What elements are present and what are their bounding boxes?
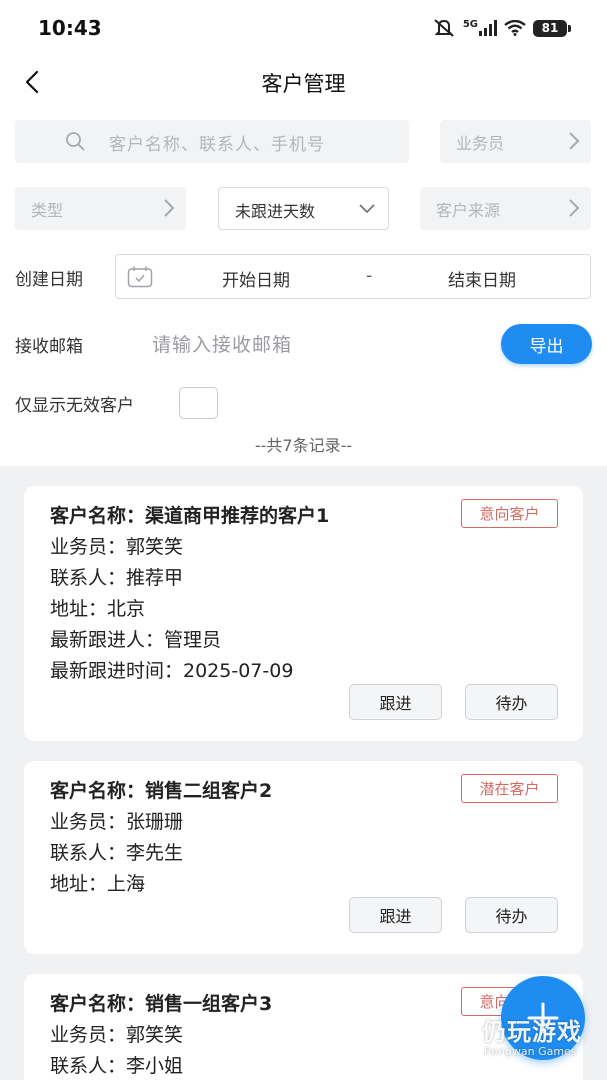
network-label: 5G [462,18,478,30]
customer-address: 地址：上海 [50,873,146,895]
search-input[interactable]: 客户名称、联系人、手机号 [15,120,409,163]
page-title: 客户管理 [261,72,346,96]
source-placeholder: 客户来源 [436,201,501,220]
search-icon [66,132,85,151]
chevron-right-icon [569,199,580,217]
status-badge: 潜在客户 [461,774,558,803]
customer-name: 客户名称：渠道商甲推荐的客户1 [50,505,330,527]
customer-name: 客户名称：销售一组客户3 [50,993,273,1015]
date-separator: - [366,266,373,286]
days-select-value: 未跟进天数 [235,202,316,221]
customer-management-screen: 10:43 5G 81 客户管理 客户名称、联系人、手机号 业务员 类型 未跟进… [0,0,607,1080]
watermark-cn: 仍玩游戏 [482,1018,582,1046]
follow-up-button[interactable]: 跟进 [349,897,442,933]
customer-contact: 联系人：推荐甲 [50,567,184,589]
customer-contact: 联系人：李先生 [50,842,184,864]
start-date[interactable]: 开始日期 [222,266,290,291]
calendar-icon [127,266,153,288]
chevron-down-icon [359,204,375,214]
invalid-only-checkbox[interactable] [179,387,218,419]
invalid-only-label: 仅显示无效客户 [15,396,134,416]
watermark: 仍玩游戏 Rengwan Games [432,1012,607,1074]
todo-button[interactable]: 待办 [465,684,558,720]
wifi-icon [504,20,526,36]
battery-level: 81 [541,21,559,35]
customer-salesman: 业务员：郭笑笑 [50,536,184,558]
type-picker[interactable]: 类型 [15,187,186,230]
type-placeholder: 类型 [31,201,64,220]
customer-salesman: 业务员：郭笑笑 [50,1024,184,1046]
salesman-placeholder: 业务员 [456,134,505,153]
battery-indicator: 81 [533,19,571,37]
chevron-right-icon [569,132,580,150]
chevron-right-icon [164,199,175,217]
end-date[interactable]: 结束日期 [448,266,516,291]
signal-icon [479,20,497,36]
source-picker[interactable]: 客户来源 [420,187,591,230]
days-not-followed-select[interactable]: 未跟进天数 [218,187,389,230]
customer-card[interactable]: 客户名称：销售二组客户2 潜在客户 业务员：张珊珊 联系人：李先生 地址：上海 … [24,761,583,954]
email-label: 接收邮箱 [15,337,83,357]
customer-address: 地址：北京 [50,598,146,620]
nav-bar: 客户管理 [0,56,607,108]
search-placeholder: 客户名称、联系人、手机号 [109,135,325,155]
export-button[interactable]: 导出 [501,324,592,364]
todo-button[interactable]: 待办 [465,897,558,933]
status-bar: 10:43 5G 81 [0,0,607,56]
watermark-logo-icon [436,1016,475,1060]
customer-card[interactable]: 客户名称：渠道商甲推荐的客户1 意向客户 业务员：郭笑笑 联系人：推荐甲 地址：… [24,486,583,741]
salesman-picker[interactable]: 业务员 [440,120,591,163]
status-badge: 意向客户 [461,499,558,528]
latest-follower: 最新跟进人：管理员 [50,629,222,651]
create-date-label: 创建日期 [15,270,83,290]
record-count: --共7条记录-- [254,436,353,455]
status-icons: 5G 81 [432,17,571,39]
watermark-en: Rengwan Games [484,1045,577,1058]
date-range-picker[interactable]: 开始日期 - 结束日期 [115,254,591,299]
email-field[interactable]: 请输入接收邮箱 [152,330,292,357]
customer-contact: 联系人：李小姐 [50,1055,184,1077]
follow-up-button[interactable]: 跟进 [349,684,442,720]
status-time: 10:43 [38,16,102,40]
customer-name: 客户名称：销售二组客户2 [50,780,273,802]
latest-follow-time: 最新跟进时间：2025-07-09 [50,660,294,682]
customer-salesman: 业务员：张珊珊 [50,811,184,833]
mute-icon [434,19,454,37]
